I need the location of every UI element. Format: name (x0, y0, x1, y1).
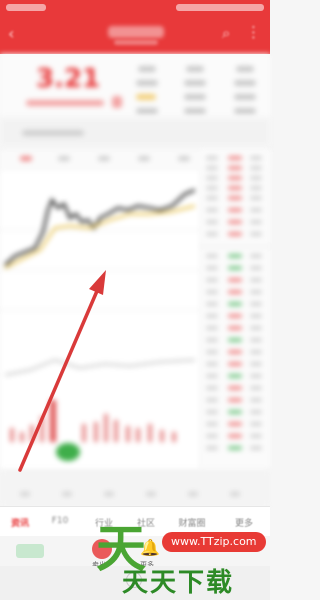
order-row (206, 278, 264, 282)
order-row (206, 434, 264, 438)
order-row (206, 302, 264, 306)
order-row (206, 290, 264, 294)
order-row (206, 166, 264, 170)
period-tab[interactable] (20, 156, 32, 161)
status-time (6, 4, 46, 11)
order-row (206, 362, 264, 366)
tab-more[interactable]: 更多 (228, 516, 260, 529)
tab-industry[interactable]: 行业 (88, 516, 120, 529)
period-tab[interactable] (98, 156, 110, 161)
status-bar (0, 0, 270, 16)
order-row (206, 196, 264, 200)
order-divider (200, 246, 270, 247)
metric-label (138, 66, 156, 72)
indicator-option[interactable] (104, 492, 114, 496)
order-row (206, 266, 264, 270)
order-row (206, 186, 264, 190)
order-row (206, 446, 264, 450)
order-row (206, 350, 264, 354)
detail-tabs: 资讯 F10 行业 社区 财富圈 更多 (0, 506, 270, 537)
metric-value (184, 108, 206, 114)
order-row (206, 386, 264, 390)
period-tab[interactable] (178, 156, 190, 161)
home-button-icon[interactable] (126, 572, 142, 588)
metric-value (234, 80, 256, 86)
tab-community[interactable]: 社区 (130, 516, 162, 529)
more-icon[interactable]: ⋮ (246, 23, 261, 41)
tab-f10[interactable]: F10 (44, 516, 76, 526)
order-row (206, 220, 264, 224)
indicator-selector[interactable] (0, 470, 270, 506)
metric-value (234, 94, 256, 100)
tab-wealth[interactable]: 财富圈 (176, 516, 208, 529)
order-row (206, 156, 264, 160)
order-row (206, 176, 264, 180)
metric-label (186, 66, 204, 72)
action-bar: 卖出 🔔 更多 (0, 536, 270, 569)
metric-value (184, 94, 206, 100)
period-tab[interactable] (138, 156, 150, 161)
price-change-badge (112, 96, 122, 108)
order-row (206, 208, 264, 212)
bell-icon[interactable]: 🔔 (140, 538, 160, 557)
metric-value (234, 108, 256, 114)
stock-code (114, 40, 158, 45)
order-book (200, 150, 270, 470)
indicator-option[interactable] (20, 492, 30, 496)
indicator-line (4, 358, 196, 376)
metric-value (136, 80, 158, 86)
order-row (206, 314, 264, 318)
order-row (206, 338, 264, 342)
chart-canvas (0, 188, 200, 461)
order-row (206, 410, 264, 414)
trade-button[interactable] (16, 544, 44, 558)
period-tab[interactable] (58, 156, 70, 161)
avg-line (4, 204, 196, 269)
current-price: 3.21 (36, 64, 101, 94)
volume-bars (10, 400, 176, 461)
indicator-option[interactable] (146, 492, 156, 496)
order-row (206, 326, 264, 330)
status-icons (176, 4, 264, 11)
search-icon[interactable]: ⌕ (222, 24, 230, 42)
stock-chart[interactable] (0, 170, 200, 470)
system-nav-bar (0, 566, 270, 600)
metric-value (136, 94, 156, 100)
order-row (206, 398, 264, 402)
metric-label (236, 66, 254, 72)
indicator-option[interactable] (62, 492, 72, 496)
info-ticker (22, 130, 84, 136)
stock-name (108, 26, 164, 38)
order-row (206, 374, 264, 378)
metric-value (184, 80, 206, 86)
order-row (206, 254, 264, 258)
indicator-option[interactable] (188, 492, 198, 496)
price-change (26, 100, 104, 106)
sell-button[interactable] (92, 539, 112, 559)
tab-news[interactable]: 资讯 (4, 516, 36, 529)
info-bar[interactable] (0, 118, 270, 146)
metric-value (136, 108, 158, 114)
indicator-option[interactable] (230, 492, 240, 496)
order-row (206, 232, 264, 236)
title-bar: ‹ ⌕ ⋮ (0, 16, 270, 54)
order-row (206, 422, 264, 426)
back-arrow-icon[interactable]: ‹ (8, 26, 14, 42)
